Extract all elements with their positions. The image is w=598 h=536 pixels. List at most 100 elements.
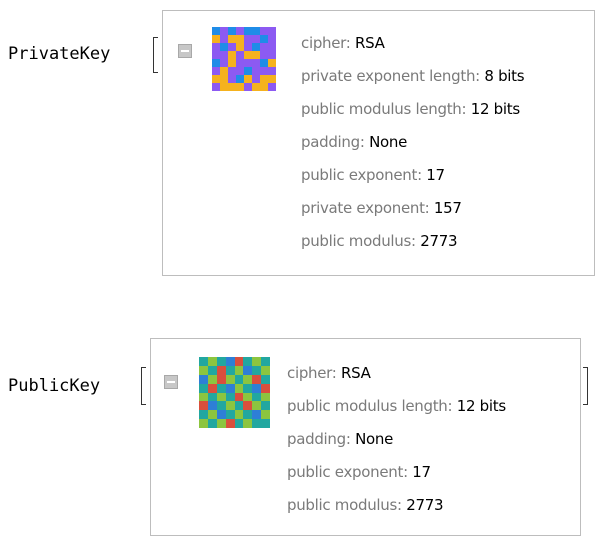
- swatch-cell: [234, 419, 244, 428]
- swatch-cell: [268, 35, 276, 43]
- swatch-cell: [225, 410, 235, 420]
- left-bracket: [153, 37, 158, 73]
- swatch-cell: [228, 43, 236, 51]
- swatch-cell: [220, 59, 228, 67]
- swatch-cell: [244, 35, 252, 43]
- private-key-swatch: [212, 27, 276, 91]
- swatch-cell: [260, 27, 268, 35]
- minus-box-icon[interactable]: [178, 44, 192, 58]
- field-label: padding:: [301, 133, 370, 151]
- swatch-cell: [234, 374, 244, 384]
- swatch-cell: [244, 51, 252, 59]
- swatch-cell: [212, 51, 220, 59]
- public-key-panel: cipher: RSA public modulus length: 12 bit…: [150, 338, 581, 536]
- field-label: public exponent:: [301, 166, 427, 184]
- field-value: None: [355, 430, 394, 448]
- swatch-cell: [260, 51, 268, 59]
- swatch-cell: [207, 410, 217, 420]
- swatch-cell: [220, 83, 228, 91]
- swatch-cell: [228, 83, 236, 91]
- field-label: padding:: [287, 430, 356, 448]
- swatch-cell: [199, 419, 208, 428]
- swatch-cell: [244, 27, 252, 35]
- swatch-cell: [212, 67, 220, 75]
- swatch-cell: [261, 374, 270, 384]
- swatch-cell: [261, 383, 270, 393]
- field-row: public modulus: 2773: [301, 225, 524, 258]
- swatch-cell: [228, 51, 236, 59]
- swatch-cell: [234, 392, 244, 402]
- swatch-cell: [268, 83, 276, 91]
- field-value: RSA: [341, 364, 371, 382]
- field-row: private exponent length: 8 bits: [301, 60, 525, 93]
- swatch-cell: [234, 401, 244, 411]
- swatch-cell: [199, 365, 208, 375]
- swatch-cell: [236, 51, 244, 59]
- swatch-cell: [212, 83, 220, 91]
- swatch-cell: [212, 59, 220, 67]
- swatch-cell: [212, 27, 220, 35]
- field-row: public exponent: 17: [287, 456, 506, 489]
- private-key-fields: cipher: RSA private exponent length: 8 bi…: [301, 27, 525, 258]
- swatch-cell: [216, 357, 226, 366]
- right-bracket: [583, 367, 588, 405]
- swatch-cell: [212, 75, 220, 83]
- field-value: 2773: [420, 232, 458, 250]
- swatch-cell: [252, 401, 262, 411]
- swatch-cell: [225, 401, 235, 411]
- field-label: private exponent length:: [301, 67, 485, 85]
- swatch-cell: [244, 59, 252, 67]
- swatch-cell: [212, 43, 220, 51]
- swatch-cell: [252, 357, 262, 366]
- swatch-cell: [252, 419, 262, 428]
- private-key-panel: cipher: RSA private exponent length: 8 bi…: [162, 10, 595, 276]
- swatch-cell: [207, 374, 217, 384]
- swatch-cell: [207, 392, 217, 402]
- swatch-cell: [260, 83, 268, 91]
- field-value: 17: [412, 463, 431, 481]
- swatch-cell: [236, 35, 244, 43]
- field-value: RSA: [355, 34, 385, 52]
- swatch-cell: [252, 392, 262, 402]
- swatch-cell: [252, 365, 262, 375]
- swatch-cell: [260, 59, 268, 67]
- swatch-cell: [220, 51, 228, 59]
- field-label: public exponent:: [287, 463, 413, 481]
- swatch-cell: [216, 365, 226, 375]
- swatch-cell: [216, 410, 226, 420]
- swatch-cell: [225, 357, 235, 366]
- swatch-cell: [234, 357, 244, 366]
- swatch-cell: [220, 35, 228, 43]
- swatch-cell: [236, 83, 244, 91]
- swatch-cell: [252, 35, 260, 43]
- swatch-cell: [244, 67, 252, 75]
- swatch-cell: [244, 75, 252, 83]
- swatch-cell: [244, 83, 252, 91]
- field-value: 17: [426, 166, 445, 184]
- swatch-cell: [243, 365, 253, 375]
- swatch-cell: [252, 59, 260, 67]
- field-value: 8 bits: [484, 67, 525, 85]
- swatch-cell: [252, 67, 260, 75]
- field-value: 12 bits: [456, 397, 506, 415]
- swatch-cell: [252, 75, 260, 83]
- swatch-cell: [236, 75, 244, 83]
- swatch-cell: [234, 365, 244, 375]
- swatch-cell: [228, 27, 236, 35]
- swatch-cell: [220, 43, 228, 51]
- swatch-cell: [261, 365, 270, 375]
- swatch-cell: [243, 419, 253, 428]
- swatch-cell: [252, 83, 260, 91]
- swatch-cell: [268, 27, 276, 35]
- swatch-cell: [252, 51, 260, 59]
- swatch-cell: [212, 35, 220, 43]
- swatch-cell: [199, 383, 208, 393]
- swatch-cell: [225, 365, 235, 375]
- swatch-cell: [252, 410, 262, 420]
- minus-box-icon[interactable]: [164, 375, 178, 389]
- swatch-cell: [220, 67, 228, 75]
- swatch-cell: [252, 383, 262, 393]
- swatch-cell: [216, 383, 226, 393]
- swatch-cell: [261, 410, 270, 420]
- field-row: padding: None: [301, 126, 524, 159]
